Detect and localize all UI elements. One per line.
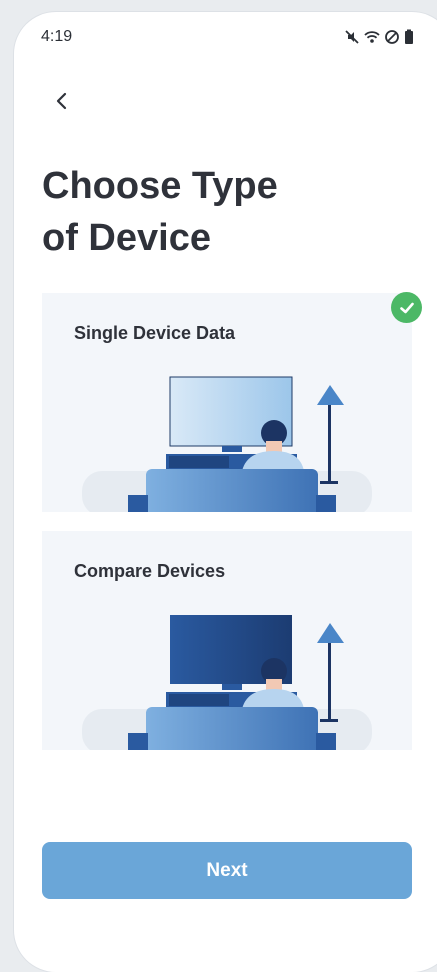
chevron-left-icon bbox=[54, 91, 68, 116]
back-button[interactable] bbox=[44, 88, 78, 118]
page-title: Choose Type of Device bbox=[42, 160, 402, 264]
tv-watching-illustration bbox=[82, 615, 372, 750]
status-time: 4:19 bbox=[41, 28, 73, 45]
phone-frame: 4:19 Choose Type of Device Single Device… bbox=[14, 12, 437, 972]
status-icons bbox=[344, 29, 414, 45]
page-title-line-1: Choose Type bbox=[42, 165, 278, 207]
status-bar: 4:19 bbox=[14, 12, 437, 60]
selected-check-icon bbox=[391, 292, 422, 323]
option-single-device[interactable]: Single Device Data bbox=[42, 293, 412, 512]
mute-icon bbox=[344, 29, 360, 45]
wifi-icon bbox=[364, 29, 380, 45]
battery-icon bbox=[404, 29, 414, 45]
option-compare-devices[interactable]: Compare Devices bbox=[42, 531, 412, 750]
dnd-icon bbox=[384, 29, 400, 45]
next-button[interactable]: Next bbox=[42, 842, 412, 899]
page-title-line-2: of Device bbox=[42, 217, 211, 259]
tv-watching-illustration bbox=[82, 376, 372, 512]
